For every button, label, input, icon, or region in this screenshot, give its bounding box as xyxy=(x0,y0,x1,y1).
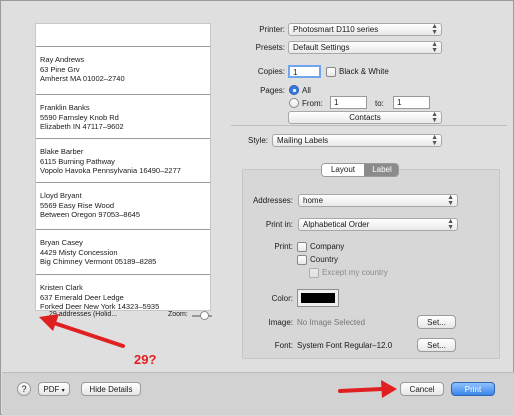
red-arrow-icon xyxy=(39,314,125,348)
annotation-overlay xyxy=(39,314,397,398)
print-dialog: Ray Andrews 63 Pine Grv Amherst MA 01002… xyxy=(0,0,514,415)
annotation-text: 29? xyxy=(134,352,157,367)
red-arrow-icon xyxy=(338,380,397,398)
